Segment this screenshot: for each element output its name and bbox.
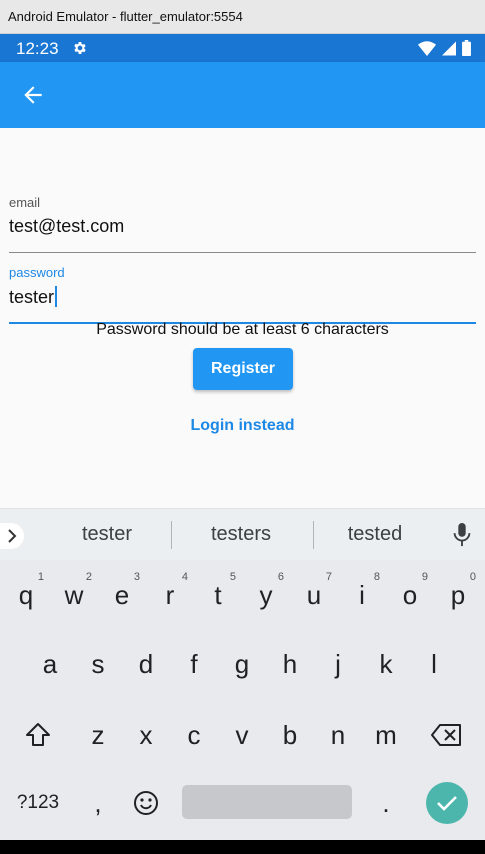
key-m[interactable]: m [364, 706, 408, 762]
suggestion-divider [171, 521, 172, 549]
email-underline [9, 252, 476, 253]
key-k[interactable]: k [364, 635, 408, 691]
email-label: email [9, 195, 41, 210]
key-a[interactable]: a [28, 635, 72, 691]
password-field[interactable]: password tester [9, 265, 476, 324]
key-u[interactable]: u7 [292, 566, 336, 622]
key-r[interactable]: r4 [148, 566, 192, 622]
check-icon[interactable] [426, 782, 468, 824]
key-b[interactable]: b [268, 706, 312, 762]
key-z[interactable]: z [76, 706, 120, 762]
key-period[interactable]: . [364, 774, 408, 830]
key-l[interactable]: l [412, 635, 456, 691]
symbols-key[interactable]: ?123 [10, 774, 66, 830]
password-label: password [9, 265, 65, 280]
password-value: tester [9, 287, 55, 307]
gear-icon [74, 42, 86, 54]
text-cursor [55, 286, 58, 307]
key-i[interactable]: i8 [340, 566, 384, 622]
suggestion-strip: tester testers tested [0, 508, 485, 560]
key-comma[interactable]: , [76, 774, 120, 830]
status-time: 12:23 [16, 39, 59, 58]
password-error-text: Password should be at least 6 characters [96, 321, 389, 338]
email-field[interactable]: email test@test.com [9, 195, 476, 253]
battery-icon [462, 40, 471, 56]
mic-icon[interactable] [452, 523, 472, 547]
email-value: test@test.com [9, 216, 125, 236]
key-f[interactable]: f [172, 635, 216, 691]
emoji-icon[interactable] [124, 774, 168, 830]
soft-keyboard: q1 w2 e3 r4 t5 y6 u7 i8 o9 p0 a s d f g … [0, 560, 485, 840]
key-j[interactable]: j [316, 635, 360, 691]
register-button[interactable]: Register [193, 348, 293, 390]
key-n[interactable]: n [316, 706, 360, 762]
chevron-right-icon[interactable] [0, 523, 24, 549]
space-bar[interactable] [182, 785, 352, 819]
key-o[interactable]: o9 [388, 566, 432, 622]
backspace-icon[interactable] [424, 706, 468, 762]
key-w[interactable]: w2 [52, 566, 96, 622]
wifi-icon [418, 40, 436, 56]
key-s[interactable]: s [76, 635, 120, 691]
key-d[interactable]: d [124, 635, 168, 691]
suggestion-1[interactable]: tester [42, 523, 172, 546]
suggestion-2[interactable]: testers [176, 523, 306, 546]
key-h[interactable]: h [268, 635, 312, 691]
key-g[interactable]: g [220, 635, 264, 691]
key-e[interactable]: e3 [100, 566, 144, 622]
arrow-left-icon[interactable] [20, 82, 46, 108]
key-q[interactable]: q1 [4, 566, 48, 622]
key-p[interactable]: p0 [436, 566, 480, 622]
key-v[interactable]: v [220, 706, 264, 762]
register-form: email test@test.com password tester Pass… [0, 128, 485, 508]
navigation-bar [0, 840, 485, 854]
window-title: Android Emulator - flutter_emulator:5554 [0, 0, 485, 34]
key-t[interactable]: t5 [196, 566, 240, 622]
status-bar: 12:23 [0, 34, 485, 62]
suggestion-3[interactable]: tested [310, 523, 440, 546]
signal-icon [442, 41, 456, 55]
key-y[interactable]: y6 [244, 566, 288, 622]
app-bar [0, 62, 485, 128]
login-instead-link[interactable]: Login instead [0, 417, 485, 435]
shift-icon[interactable] [16, 706, 60, 762]
key-c[interactable]: c [172, 706, 216, 762]
key-x[interactable]: x [124, 706, 168, 762]
